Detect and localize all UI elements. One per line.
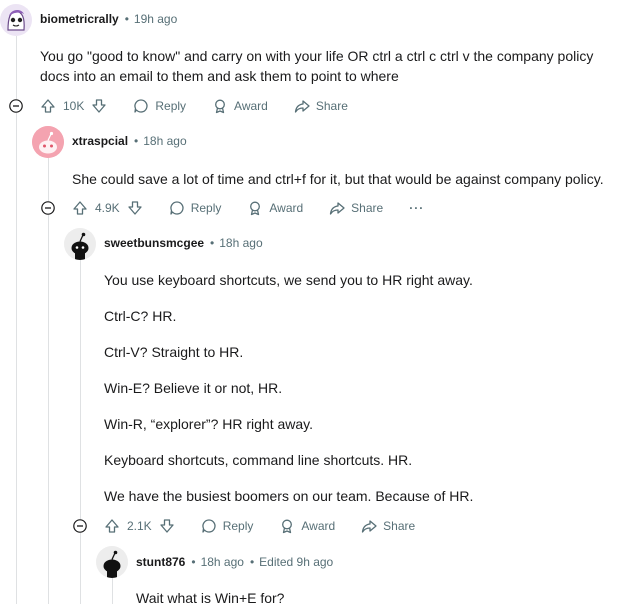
comment-body: You use keyboard shortcuts, we send you … [104, 270, 614, 506]
comment-paragraph: You use keyboard shortcuts, we send you … [104, 272, 473, 288]
comment-paragraph: She could save a lot of time and ctrl+f … [72, 171, 604, 187]
more-options-button[interactable]: ··· [409, 201, 424, 215]
share-label: Share [351, 201, 384, 215]
downvote-icon[interactable] [159, 518, 175, 534]
separator: • [134, 134, 139, 148]
separator: • [124, 12, 129, 26]
avatar[interactable] [32, 126, 64, 158]
comment-icon [201, 518, 217, 534]
award-button[interactable]: Award [212, 98, 268, 114]
comment-paragraph: Wait what is Win+E for? [136, 590, 285, 606]
upvote-icon[interactable] [72, 200, 88, 216]
comment-paragraph: We have the busiest boomers on our team.… [104, 488, 474, 504]
vote-group: 10K [40, 98, 107, 114]
comment-paragraph: Ctrl-C? HR. [104, 308, 177, 324]
share-icon [329, 200, 345, 216]
username[interactable]: biometricrally [40, 12, 119, 26]
downvote-icon[interactable] [127, 200, 143, 216]
vote-group: 4.9K [72, 200, 143, 216]
username[interactable]: sweetbunsmcgee [104, 236, 204, 250]
reply-button[interactable]: Reply [133, 98, 186, 114]
share-button[interactable]: Share [294, 98, 348, 114]
avatar[interactable] [64, 228, 96, 260]
award-icon [279, 518, 295, 534]
award-icon [247, 200, 263, 216]
vote-count: 10K [63, 99, 85, 113]
separator: • [249, 555, 255, 569]
avatar[interactable] [96, 546, 128, 578]
comment-body: She could save a lot of time and ctrl+f … [72, 169, 617, 189]
reply-button[interactable]: Reply [201, 518, 254, 534]
username[interactable]: xtraspcial [72, 134, 128, 148]
share-button[interactable]: Share [361, 518, 415, 534]
collapse-button[interactable] [41, 201, 55, 215]
collapse-button[interactable] [73, 519, 87, 533]
comment-actions: 4.9K Reply Award Share ··· [72, 196, 424, 220]
award-button[interactable]: Award [247, 200, 303, 216]
vote-count: 4.9K [95, 201, 120, 215]
separator: • [210, 236, 215, 250]
edited-label: Edited 9h ago [259, 555, 334, 569]
comment-actions: 2.1K Reply Award Share [104, 514, 415, 538]
comment-author-row: sweetbunsmcgee • 18h ago [104, 236, 263, 250]
comment-body: Wait what is Win+E for? [136, 588, 614, 608]
timestamp[interactable]: 18h ago [201, 555, 244, 569]
award-label: Award [234, 99, 268, 113]
reply-button[interactable]: Reply [169, 200, 222, 216]
comment-body: You go "good to know" and carry on with … [40, 46, 612, 86]
downvote-icon[interactable] [91, 98, 107, 114]
share-label: Share [383, 519, 416, 533]
award-label: Award [301, 519, 336, 533]
comment-paragraph: Ctrl-V? Straight to HR. [104, 344, 244, 360]
comment-icon [133, 98, 149, 114]
comment-author-row: stunt876 • 18h ago • Edited 9h ago [136, 555, 333, 569]
comment-icon [169, 200, 185, 216]
upvote-icon[interactable] [104, 518, 120, 534]
share-button[interactable]: Share [329, 200, 383, 216]
comment-actions: 10K Reply Award Share [40, 94, 348, 118]
comment-paragraph: Win-E? Believe it or not, HR. [104, 380, 283, 396]
thread-line [48, 158, 49, 604]
comment-paragraph: Win-R, “explorer”? HR right away. [104, 416, 314, 432]
reply-label: Reply [190, 201, 222, 215]
comment-paragraph: Keyboard shortcuts, command line shortcu… [104, 452, 413, 468]
username[interactable]: stunt876 [136, 555, 185, 569]
vote-count: 2.1K [127, 519, 152, 533]
thread-line [16, 36, 17, 604]
award-icon [212, 98, 228, 114]
reply-label: Reply [155, 99, 187, 113]
comment-author-row: biometricrally • 19h ago [40, 12, 177, 26]
avatar[interactable] [0, 4, 32, 36]
award-button[interactable]: Award [279, 518, 335, 534]
reply-label: Reply [222, 519, 254, 533]
comment-author-row: xtraspcial • 18h ago [72, 134, 187, 148]
award-label: Award [269, 201, 304, 215]
comment-paragraph: You go "good to know" and carry on with … [40, 48, 594, 84]
share-icon [361, 518, 377, 534]
vote-group: 2.1K [104, 518, 175, 534]
upvote-icon[interactable] [40, 98, 56, 114]
share-icon [294, 98, 310, 114]
timestamp[interactable]: 19h ago [134, 12, 177, 26]
collapse-button[interactable] [9, 99, 23, 113]
separator: • [191, 555, 196, 569]
thread-line [80, 260, 81, 604]
timestamp[interactable]: 18h ago [143, 134, 186, 148]
thread-line [112, 578, 113, 604]
timestamp[interactable]: 18h ago [219, 236, 262, 250]
share-label: Share [315, 99, 348, 113]
